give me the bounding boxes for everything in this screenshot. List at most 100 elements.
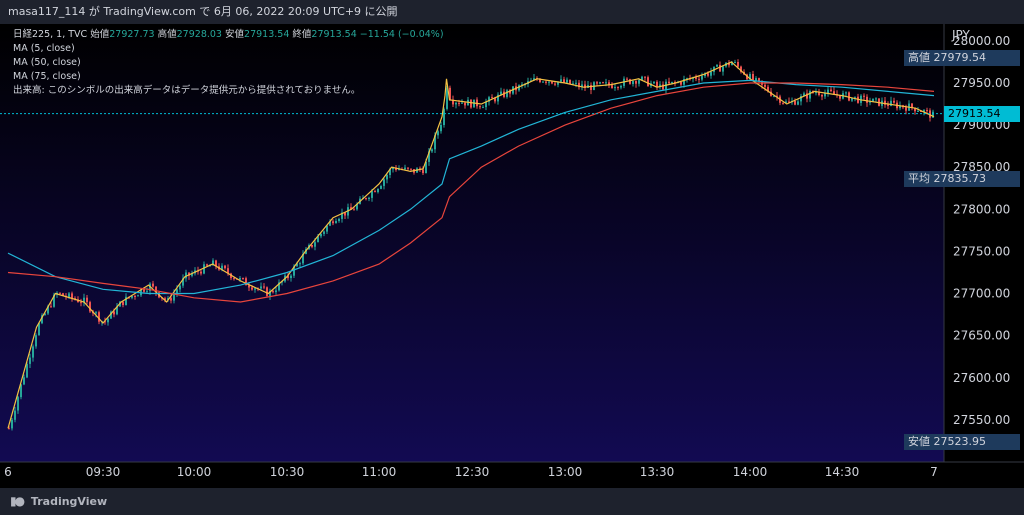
candle-body: [266, 287, 268, 296]
candle-body: [548, 81, 550, 83]
candle-body: [461, 102, 463, 104]
volume-note: 出来高: このシンボルの出来高データはデータ提供元から提供されておりません。: [13, 85, 361, 96]
price-tick-label: 27550.00: [953, 413, 1010, 427]
current-price-tag: 27913.54: [944, 105, 1020, 122]
candle-body: [206, 264, 208, 266]
candle-body: [224, 265, 226, 269]
low-price-tag: 安値 27523.95: [904, 433, 1020, 450]
avg-tag-value: 27835.73: [933, 172, 987, 186]
current-tag-value: 27913.54: [948, 106, 1001, 120]
candle-body: [680, 82, 682, 85]
candle-body: [431, 149, 433, 152]
candle-body: [758, 78, 760, 81]
candle-body: [887, 104, 889, 106]
candle-body: [107, 318, 109, 323]
candle-body: [311, 245, 313, 247]
footer-bar: ▮● TradingView: [0, 488, 1024, 515]
candle-body: [599, 82, 601, 84]
candle-body: [242, 278, 244, 279]
price-tick-label: 27700.00: [953, 287, 1010, 301]
low-tag-value: 27523.95: [933, 434, 987, 448]
candle-body: [143, 289, 145, 292]
candle-body: [290, 275, 292, 278]
open-label: 始値: [90, 29, 110, 40]
candle-body: [137, 295, 139, 297]
candle-body: [263, 286, 265, 288]
chart-legend: 日経225, 1, TVC 始値27927.73 高値27928.03 安値27…: [13, 28, 444, 98]
candle-body: [647, 77, 649, 87]
candle-body: [17, 397, 19, 411]
candle-body: [821, 95, 823, 97]
time-tick-label: 7: [930, 465, 938, 479]
candle-body: [626, 78, 628, 80]
price-tick-label: 28000.00: [953, 34, 1010, 48]
candle-body: [233, 278, 235, 280]
candle-body: [71, 293, 73, 299]
price-tick-label: 27600.00: [953, 371, 1010, 385]
candle-body: [830, 89, 832, 92]
ma5-legend[interactable]: MA (5, close): [13, 42, 444, 56]
candle-body: [272, 291, 274, 293]
chart-frame[interactable]: JPY 27550.00 27600.00 27650.00 27700.00 2775…: [0, 24, 1024, 488]
candle-body: [323, 231, 325, 234]
candle-body: [917, 111, 919, 112]
time-tick-label: 12:30: [455, 465, 490, 479]
candle-body: [755, 78, 757, 81]
candle-body: [353, 209, 355, 211]
candle-body: [551, 81, 553, 84]
candle-body: [14, 410, 16, 420]
candle-body: [569, 79, 571, 84]
candle-body: [638, 80, 640, 84]
candle-body: [707, 73, 709, 76]
candle-body: [605, 82, 607, 84]
candle-body: [905, 107, 907, 111]
candle-body: [698, 78, 700, 80]
candle-body: [377, 188, 379, 193]
candle-body: [563, 79, 565, 83]
candle-body: [470, 99, 472, 108]
time-tick-label: 09:30: [86, 465, 121, 479]
candle-body: [458, 102, 460, 104]
ma75-legend[interactable]: MA (75, close): [13, 70, 444, 84]
time-tick-label: 10:00: [177, 465, 212, 479]
candle-body: [338, 218, 340, 221]
close-value: 27913.54: [311, 29, 357, 40]
time-axis[interactable]: 6 09:30 10:00 10:30 11:00 12:30 13:00 13:30 14:0…: [4, 465, 938, 479]
candle-body: [827, 89, 829, 93]
candle-body: [506, 90, 508, 97]
candle-body: [893, 100, 895, 103]
low-label: 安値: [225, 29, 245, 40]
tradingview-brand[interactable]: ▮● TradingView: [10, 494, 107, 508]
time-tick-label: 13:00: [548, 465, 583, 479]
candle-body: [260, 286, 262, 289]
candle-body: [722, 66, 724, 72]
candle-body: [656, 81, 658, 87]
candle-body: [794, 101, 796, 105]
candle-body: [596, 82, 598, 84]
candle-body: [239, 278, 241, 280]
candle-body: [926, 110, 928, 112]
ohlc-row: 日経225, 1, TVC 始値27927.73 高値27928.03 安値27…: [13, 28, 444, 42]
candle-body: [176, 289, 178, 294]
candle-body: [365, 198, 367, 200]
publisher-header: masa117_114 が TradingView.com で 6月 06, 2…: [0, 0, 1024, 24]
time-tick-label: 6: [4, 465, 12, 479]
candle-body: [68, 293, 70, 298]
symbol-label: 日経225, 1, TVC: [13, 29, 88, 40]
candle-body: [455, 102, 457, 105]
candle-body: [50, 306, 52, 308]
price-axis[interactable]: 27550.00 27600.00 27650.00 27700.00 27750.00…: [953, 34, 1010, 427]
time-tick-label: 14:30: [825, 465, 860, 479]
candle-body: [695, 77, 697, 79]
candle-body: [200, 271, 202, 274]
candle-body: [437, 131, 439, 136]
candle-body: [368, 197, 370, 199]
candle-body: [86, 297, 88, 303]
candle-body: [380, 186, 382, 189]
candle-body: [335, 221, 337, 224]
time-tick-label: 13:30: [640, 465, 675, 479]
candle-body: [782, 102, 784, 104]
candle-body: [275, 290, 277, 293]
candle-body: [845, 92, 847, 94]
ma50-legend[interactable]: MA (50, close): [13, 56, 444, 70]
